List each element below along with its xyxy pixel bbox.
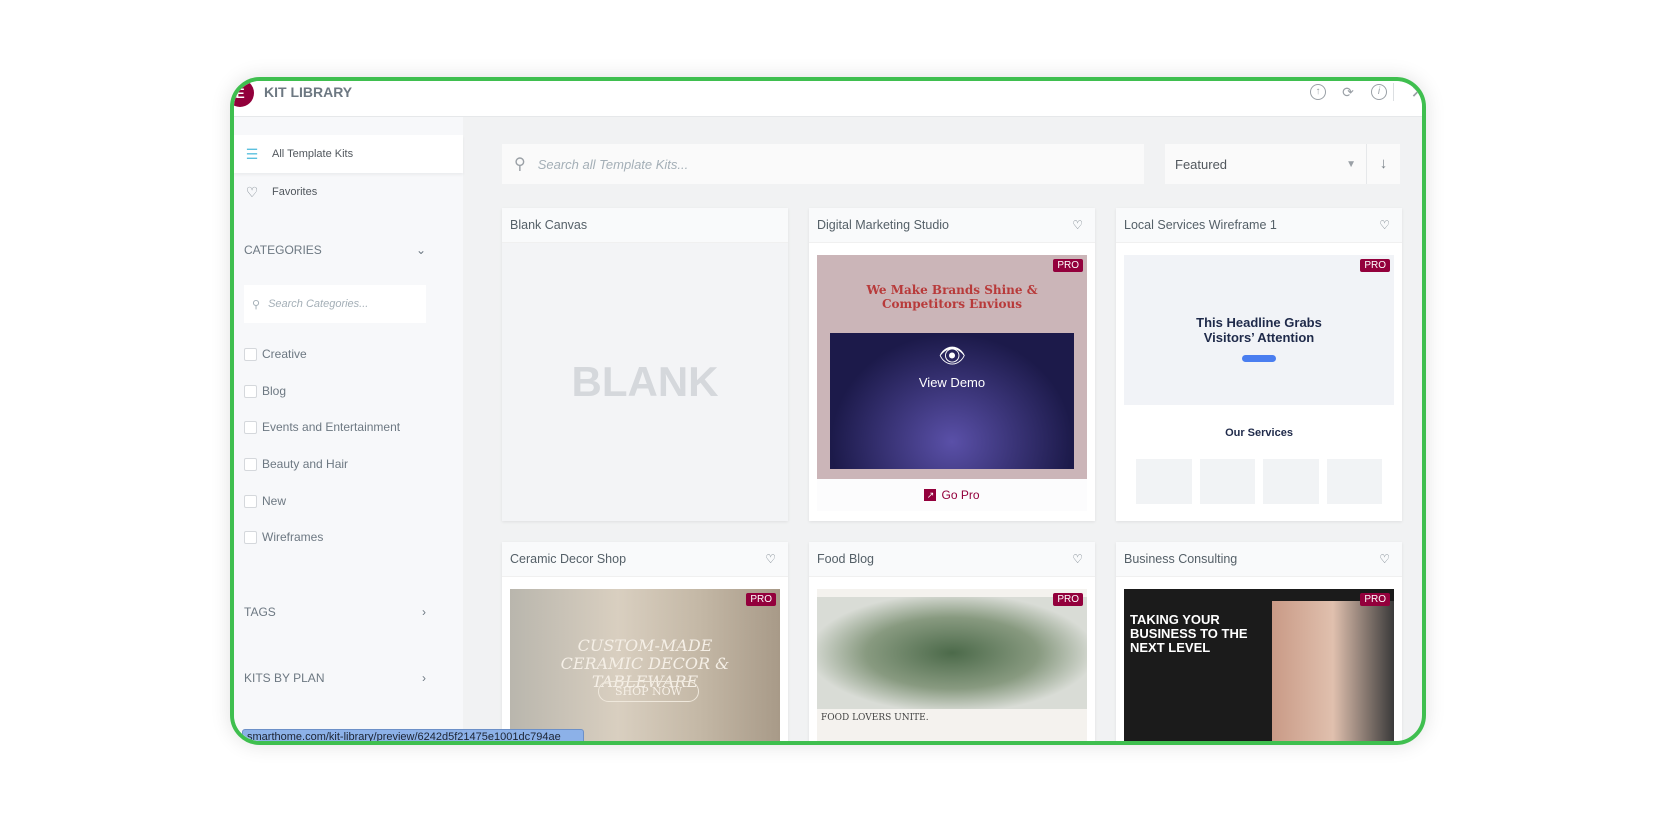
kit-card[interactable]: Food Blog ♡ FOOD LOVERS UNITE. PRO — [809, 542, 1095, 741]
eye-icon: 👁 — [938, 343, 966, 368]
header: E KIT LIBRARY ↑ ⟳ i ✕ — [234, 81, 1422, 117]
preview-button — [1242, 355, 1276, 362]
kit-card[interactable]: Digital Marketing Studio ♡ We Make Brands… — [809, 208, 1095, 521]
upload-icon[interactable]: ↑ — [1310, 84, 1326, 100]
blank-preview: BLANK — [502, 243, 788, 521]
external-link-icon: ↗ — [924, 489, 937, 501]
heart-icon[interactable]: ♡ — [1072, 552, 1083, 566]
category-checkbox-creative[interactable]: Creative — [244, 347, 307, 361]
caret-down-icon: ▼ — [1346, 158, 1356, 170]
heart-icon: ♡ — [245, 183, 259, 200]
close-icon[interactable]: ✕ — [1410, 83, 1422, 101]
pro-badge: PRO — [1053, 259, 1083, 272]
label: Events and Entertainment — [262, 420, 401, 434]
preview-button: SHOP NOW — [598, 681, 699, 702]
category-checkbox-wireframes[interactable]: Wireframes — [244, 530, 323, 544]
section-title: KITS BY PLAN — [244, 671, 325, 685]
chevron-down-icon: ⌄ — [415, 243, 426, 257]
card-title: Local Services Wireframe 1 — [1124, 218, 1277, 232]
arrow-down-icon: ↓ — [1379, 155, 1388, 172]
heart-icon[interactable]: ♡ — [765, 552, 776, 566]
placeholder: Search Categories... — [268, 298, 369, 310]
info-icon[interactable]: i — [1371, 84, 1387, 100]
filter-icon: ☰ — [245, 145, 259, 162]
heart-icon[interactable]: ♡ — [1379, 218, 1390, 232]
elementor-logo-icon: E — [234, 81, 254, 107]
categories-toggle[interactable]: CATEGORIES ⌄ — [244, 243, 426, 257]
sidebar: ☰ All Template Kits ♡ Favorites CATEGORIES… — [234, 117, 463, 741]
card-title: Business Consulting — [1124, 552, 1238, 566]
pro-badge: PRO — [1053, 593, 1083, 606]
kit-card[interactable]: Ceramic Decor Shop ♡ CUSTOM-MADE CERAMIC … — [502, 542, 788, 741]
card-title: Food Blog — [817, 552, 874, 566]
pro-badge: PRO — [1360, 593, 1390, 606]
preview-headline: We Make Brands Shine & Competitors Envio… — [866, 283, 1038, 311]
kit-card[interactable]: Blank Canvas BLANK — [502, 208, 788, 521]
search-kits-input[interactable]: ⚲ Search all Template Kits... — [502, 144, 1144, 184]
view-demo-label[interactable]: View Demo — [817, 375, 1087, 390]
preview-caption: FOOD LOVERS UNITE. — [821, 713, 929, 723]
kit-preview[interactable]: This Headline Grabs Visitors’ Attention … — [1124, 255, 1394, 511]
status-url-bar: smarthome.com/kit-library/preview/6242d5… — [242, 729, 584, 741]
kits-by-plan-toggle[interactable]: KITS BY PLAN › — [244, 671, 426, 685]
tags-toggle[interactable]: TAGS › — [244, 605, 426, 619]
kit-preview[interactable]: FOOD LOVERS UNITE. PRO — [817, 589, 1087, 741]
kit-card[interactable]: Business Consulting ♡ TAKING YOUR BUSINES… — [1116, 542, 1402, 741]
go-pro-button[interactable]: ↗ Go Pro — [817, 479, 1087, 511]
label: Creative — [262, 347, 307, 361]
label: Blog — [262, 384, 287, 398]
card-title: Ceramic Decor Shop — [510, 552, 627, 566]
card-title: Blank Canvas — [510, 218, 588, 232]
label: New — [262, 494, 287, 508]
preview-image — [1272, 601, 1394, 741]
preview-headline: TAKING YOUR BUSINESS TO THE NEXT LEVEL — [1130, 612, 1248, 655]
category-checkbox-beauty[interactable]: Beauty and Hair — [244, 457, 348, 471]
kit-preview[interactable]: TAKING YOUR BUSINESS TO THE NEXT LEVEL P… — [1124, 589, 1394, 741]
pro-badge: PRO — [746, 593, 776, 606]
heart-icon[interactable]: ♡ — [1072, 218, 1083, 232]
kit-preview[interactable]: CUSTOM-MADE CERAMIC DECOR & TABLEWARE SH… — [510, 589, 780, 741]
pro-badge: PRO — [1360, 259, 1390, 272]
kit-card[interactable]: Local Services Wireframe 1 ♡ This Headlin… — [1116, 208, 1402, 521]
divider — [1393, 83, 1394, 101]
sort-select[interactable]: Featured ▼ — [1165, 144, 1366, 184]
nav-label: All Template Kits — [272, 148, 354, 160]
heart-icon[interactable]: ♡ — [1379, 552, 1390, 566]
placeholder: Search all Template Kits... — [537, 156, 689, 172]
label: Beauty and Hair — [262, 457, 349, 471]
search-icon: ⚲ — [514, 156, 526, 173]
category-checkbox-events[interactable]: Events and Entertainment — [244, 420, 400, 434]
sidebar-item-favorites[interactable]: ♡ Favorites — [234, 173, 463, 211]
sort-value: Featured — [1175, 156, 1228, 172]
search-icon: ⚲ — [252, 298, 261, 311]
sync-icon[interactable]: ⟳ — [1340, 84, 1356, 100]
page-title: KIT LIBRARY — [264, 84, 353, 100]
card-title: Digital Marketing Studio — [817, 218, 950, 232]
category-checkbox-new[interactable]: New — [244, 494, 286, 508]
sidebar-item-all-template-kits[interactable]: ☰ All Template Kits — [234, 135, 463, 173]
chevron-right-icon: › — [422, 671, 426, 685]
nav-label: Favorites — [272, 186, 318, 198]
label: Wireframes — [262, 530, 324, 544]
section-title: CATEGORIES — [244, 243, 322, 257]
sort-direction-button[interactable]: ↓ — [1366, 144, 1400, 184]
preview-image — [817, 597, 1087, 709]
kit-preview[interactable]: We Make Brands Shine & Competitors Envio… — [817, 255, 1087, 479]
category-checkbox-blog[interactable]: Blog — [244, 384, 286, 398]
section-title: TAGS — [244, 605, 276, 619]
preview-section-title: Our Services — [1225, 427, 1293, 439]
go-pro-label: Go Pro — [941, 488, 980, 502]
kit-library-window: E KIT LIBRARY ↑ ⟳ i ✕ ☰ All Template Kits… — [230, 77, 1426, 745]
search-categories-input[interactable]: ⚲ Search Categories... — [244, 285, 426, 323]
main-content: ⚲ Search all Template Kits... Featured ▼ ↓… — [463, 117, 1422, 741]
chevron-right-icon: › — [422, 605, 426, 619]
preview-headline: This Headline Grabs Visitors’ Attention — [1196, 315, 1322, 345]
preview-service-boxes — [1124, 439, 1394, 504]
preview-hero: This Headline Grabs Visitors’ Attention — [1124, 255, 1394, 405]
